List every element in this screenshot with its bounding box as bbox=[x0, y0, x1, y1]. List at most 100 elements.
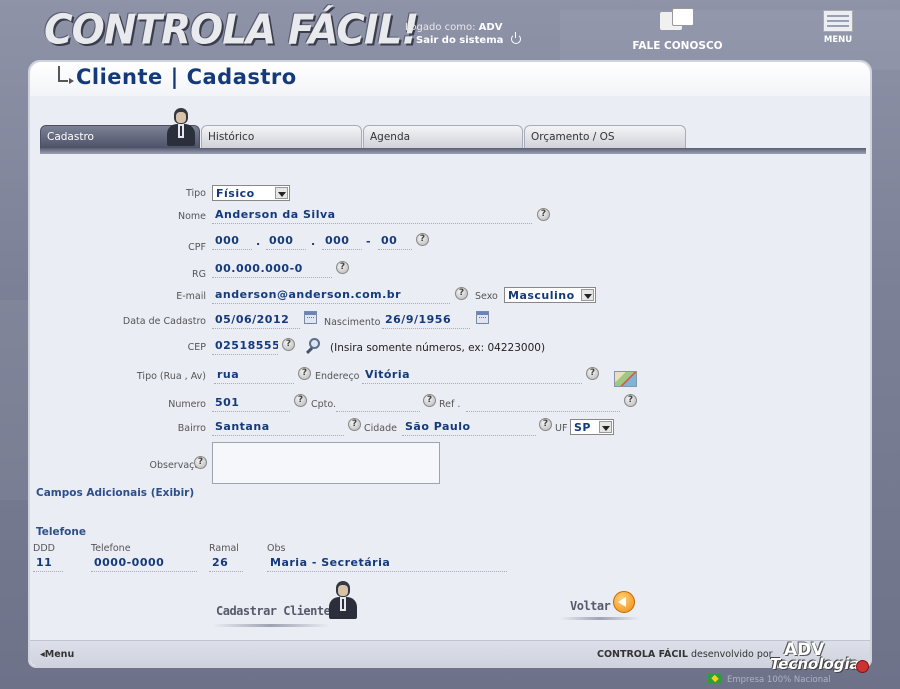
help-icon[interactable]: ? bbox=[282, 338, 295, 351]
tipo-value[interactable]: Físico bbox=[216, 187, 255, 200]
cep-field[interactable]: 02518555 bbox=[212, 339, 278, 355]
chevron-down-icon[interactable] bbox=[275, 187, 288, 199]
numero-field[interactable]: 501 bbox=[212, 396, 290, 412]
app-logo[interactable]: CONTROLA FÁCIL! bbox=[44, 7, 419, 54]
referencia-field[interactable] bbox=[466, 396, 620, 412]
footer-menu-label[interactable]: Menu bbox=[45, 649, 74, 660]
col-header-ramal: Ramal bbox=[209, 543, 239, 554]
phone-ddd-cell[interactable]: 11 bbox=[33, 556, 63, 572]
nascimento-field[interactable]: 26/9/1956 bbox=[382, 313, 470, 329]
logged-user: ADV bbox=[478, 22, 503, 33]
tipo-logradouro-field[interactable]: rua bbox=[214, 368, 294, 384]
help-icon[interactable]: ? bbox=[416, 233, 429, 246]
help-icon[interactable]: ? bbox=[539, 418, 552, 431]
cpf-part1[interactable]: 000 bbox=[212, 234, 252, 250]
menu-icon[interactable] bbox=[823, 10, 853, 32]
login-info: Logado como: ADV Sair do sistema bbox=[405, 22, 521, 46]
help-icon[interactable]: ? bbox=[294, 394, 307, 407]
national-company-note: Empresa 100% Nacional bbox=[708, 674, 831, 685]
logout-label[interactable]: Sair do sistema bbox=[416, 35, 503, 46]
contact-label[interactable]: FALE CONOSCO bbox=[630, 40, 725, 52]
voltar-label[interactable]: Voltar bbox=[570, 599, 611, 613]
bairro-field[interactable]: Santana bbox=[212, 420, 344, 436]
cpf-part4[interactable]: 00 bbox=[378, 234, 412, 250]
numero-label: Numero bbox=[168, 399, 206, 410]
tab-agenda[interactable]: Agenda bbox=[363, 125, 523, 149]
tipo-label: Tipo bbox=[186, 188, 206, 199]
help-icon[interactable]: ? bbox=[537, 208, 550, 221]
cadastrar-cliente-label[interactable]: Cadastrar Cliente bbox=[216, 604, 331, 618]
menu-label[interactable]: MENU bbox=[820, 35, 856, 45]
footer-menu-link[interactable]: ◂Menu bbox=[40, 649, 74, 660]
help-icon[interactable]: ? bbox=[336, 261, 349, 274]
phone-obs-cell[interactable]: Maria - Secretária bbox=[267, 556, 507, 572]
menu-button[interactable]: MENU bbox=[820, 10, 856, 45]
complemento-field[interactable] bbox=[336, 396, 420, 412]
cpf-separator: - bbox=[366, 235, 371, 248]
rg-field[interactable]: 00.000.000-0 bbox=[212, 262, 332, 278]
back-arrow-icon[interactable] bbox=[613, 591, 635, 613]
uf-select[interactable]: SP bbox=[570, 419, 614, 435]
help-icon[interactable]: ? bbox=[586, 367, 599, 380]
badge-icon bbox=[856, 660, 869, 673]
calendar-icon[interactable] bbox=[304, 311, 317, 324]
cpf-separator: . bbox=[256, 235, 261, 248]
help-icon[interactable]: ? bbox=[348, 418, 361, 431]
chat-icon[interactable] bbox=[659, 8, 696, 36]
email-field[interactable]: anderson@anderson.com.br bbox=[212, 288, 450, 304]
campos-adicionais-link[interactable]: Campos Adicionais (Exibir) bbox=[36, 487, 194, 499]
logout-link[interactable]: Sair do sistema bbox=[416, 32, 521, 46]
sexo-select[interactable]: Masculino bbox=[504, 287, 596, 303]
phone-ramal-cell[interactable]: 26 bbox=[209, 556, 243, 572]
chevron-down-icon[interactable] bbox=[581, 289, 594, 301]
contact-button[interactable]: FALE CONOSCO bbox=[630, 8, 725, 52]
power-icon[interactable] bbox=[510, 32, 521, 44]
cpf-part3[interactable]: 000 bbox=[322, 234, 362, 250]
footer-bar: ◂Menu CONTROLA FÁCIL desenvolvido por bbox=[30, 640, 870, 666]
help-icon[interactable]: ? bbox=[423, 394, 436, 407]
help-icon[interactable]: ? bbox=[194, 456, 207, 469]
map-icon[interactable] bbox=[614, 371, 637, 387]
complemento-label: Cpto. bbox=[311, 399, 337, 410]
data-cadastro-label: Data de Cadastro bbox=[122, 316, 206, 327]
cidade-field[interactable]: São Paulo bbox=[402, 420, 536, 436]
tab-label[interactable]: Orçamento / OS bbox=[531, 131, 615, 143]
footer-developed-by: desenvolvido por bbox=[690, 649, 773, 660]
email-label: E-mail bbox=[176, 291, 206, 302]
endereco-label: Endereço bbox=[315, 371, 360, 382]
col-header-obs: Obs bbox=[267, 543, 286, 554]
voltar-button[interactable]: Voltar bbox=[570, 595, 611, 614]
col-header-ddd: DDD bbox=[33, 543, 55, 554]
telefone-section-title: Telefone bbox=[36, 526, 86, 538]
endereco-field[interactable]: Vitória bbox=[362, 368, 582, 384]
calendar-icon[interactable] bbox=[476, 311, 489, 324]
help-icon[interactable]: ? bbox=[455, 287, 468, 300]
tipo-select[interactable]: Físico bbox=[212, 185, 290, 201]
chevron-down-icon[interactable] bbox=[599, 421, 612, 433]
help-icon[interactable]: ? bbox=[298, 367, 311, 380]
help-icon[interactable]: ? bbox=[624, 394, 637, 407]
cep-label: CEP bbox=[187, 342, 206, 353]
uf-value[interactable]: SP bbox=[574, 421, 591, 434]
observacao-textarea[interactable] bbox=[212, 442, 440, 484]
title-hook-icon bbox=[58, 66, 74, 84]
tab-historico[interactable]: Histórico bbox=[201, 125, 362, 149]
sexo-value[interactable]: Masculino bbox=[508, 289, 575, 302]
company-name-line2: Tecnologia bbox=[770, 655, 860, 673]
nome-field[interactable]: Anderson da Silva bbox=[212, 208, 532, 224]
tab-label[interactable]: Histórico bbox=[208, 131, 254, 143]
tab-label[interactable]: Cadastro bbox=[47, 131, 94, 143]
main-panel: Cliente | Cadastro Cadastro Histórico Ag… bbox=[28, 60, 872, 668]
user-avatar-icon[interactable] bbox=[328, 581, 358, 619]
tab-orcamento[interactable]: Orçamento / OS bbox=[524, 125, 686, 149]
tab-label[interactable]: Agenda bbox=[370, 131, 410, 143]
cadastrar-cliente-button[interactable]: Cadastrar Cliente bbox=[216, 600, 331, 619]
phone-number-cell[interactable]: 0000-0000 bbox=[91, 556, 197, 572]
search-icon[interactable] bbox=[305, 337, 323, 355]
button-underline bbox=[212, 624, 330, 627]
tab-underline bbox=[40, 148, 866, 154]
data-cadastro-field[interactable]: 05/06/2012 bbox=[212, 313, 300, 329]
nascimento-label: Nascimento bbox=[324, 317, 381, 328]
cpf-part2[interactable]: 000 bbox=[266, 234, 306, 250]
col-header-telefone: Telefone bbox=[91, 543, 131, 554]
